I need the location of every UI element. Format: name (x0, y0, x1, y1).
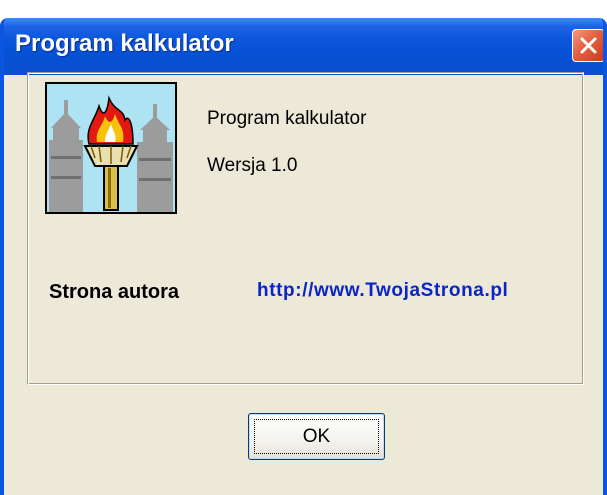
program-name: Program kalkulator (207, 108, 367, 129)
author-website-link[interactable]: http://www.TwojaStrona.pl (257, 280, 508, 302)
author-site-label: Strona autora (49, 281, 180, 303)
close-icon (580, 37, 597, 54)
ok-button[interactable]: OK (248, 413, 385, 460)
version-label: Wersja 1.0 (207, 155, 298, 176)
torch-icon (45, 82, 177, 214)
close-button[interactable] (572, 29, 603, 62)
title-bar[interactable]: Program kalkulator (4, 18, 603, 75)
window-title: Program kalkulator (15, 30, 234, 57)
ok-button-label: OK (254, 419, 379, 454)
